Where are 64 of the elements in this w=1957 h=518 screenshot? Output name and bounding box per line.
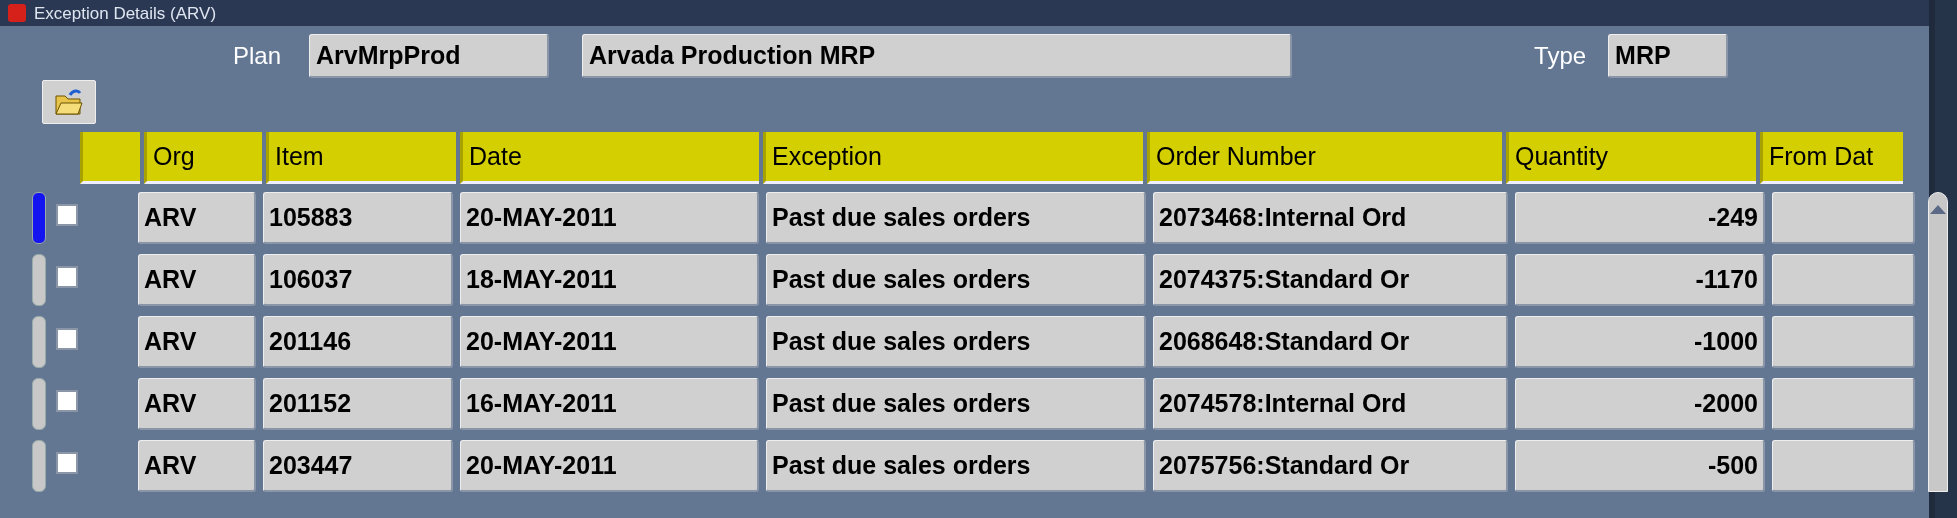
column-header[interactable]: Exception — [763, 132, 1143, 184]
quantity-cell[interactable]: -1170 — [1515, 254, 1765, 306]
record-indicator[interactable] — [32, 440, 46, 492]
date-cell[interactable]: 18-MAY-2011 — [460, 254, 759, 306]
item-cell[interactable]: 201152 — [263, 378, 453, 430]
checkbox[interactable] — [56, 328, 78, 350]
item-cell[interactable]: 203447 — [263, 440, 453, 492]
plan-field[interactable]: ArvMrpProd — [309, 34, 550, 78]
quantity-cell[interactable]: -1000 — [1515, 316, 1765, 368]
header-cell — [80, 132, 140, 184]
column-header[interactable]: Item — [266, 132, 456, 184]
exception-cell[interactable]: Past due sales orders — [766, 378, 1146, 430]
scroll-up-icon[interactable] — [1929, 203, 1947, 215]
checkbox[interactable] — [56, 390, 78, 412]
from-date-cell[interactable] — [1772, 192, 1915, 244]
order-number-cell[interactable]: 2068648:Standard Or — [1153, 316, 1508, 368]
plan-description-field[interactable]: Arvada Production MRP — [582, 34, 1293, 78]
order-number-cell[interactable]: 2075756:Standard Or — [1153, 440, 1508, 492]
quantity-cell[interactable]: -2000 — [1515, 378, 1765, 430]
exception-cell[interactable]: Past due sales orders — [766, 440, 1146, 492]
date-cell[interactable]: 20-MAY-2011 — [460, 192, 759, 244]
checkbox[interactable] — [56, 204, 78, 226]
vertical-scrollbar[interactable] — [1928, 192, 1948, 492]
column-header[interactable]: Quantity — [1506, 132, 1756, 184]
quantity-cell[interactable]: -249 — [1515, 192, 1765, 244]
from-date-cell[interactable] — [1772, 378, 1915, 430]
exception-cell[interactable]: Past due sales orders — [766, 192, 1146, 244]
column-header[interactable]: Org — [144, 132, 262, 184]
column-header[interactable]: Date — [460, 132, 759, 184]
from-date-cell[interactable] — [1772, 254, 1915, 306]
order-number-cell[interactable]: 2073468:Internal Ord — [1153, 192, 1508, 244]
plan-label: Plan — [233, 41, 282, 71]
checkbox[interactable] — [56, 266, 78, 288]
date-cell[interactable]: 20-MAY-2011 — [460, 316, 759, 368]
org-cell[interactable]: ARV — [138, 192, 256, 244]
checkbox[interactable] — [56, 452, 78, 474]
record-indicator[interactable] — [32, 378, 46, 430]
record-indicator[interactable] — [32, 192, 46, 244]
window-title: Exception Details (ARV) — [34, 4, 217, 22]
folder-icon — [54, 88, 84, 116]
exception-cell[interactable]: Past due sales orders — [766, 316, 1146, 368]
from-date-cell[interactable] — [1772, 316, 1915, 368]
date-cell[interactable]: 16-MAY-2011 — [460, 378, 759, 430]
record-indicator[interactable] — [32, 254, 46, 306]
exception-cell[interactable]: Past due sales orders — [766, 254, 1146, 306]
item-cell[interactable]: 201146 — [263, 316, 453, 368]
org-cell[interactable]: ARV — [138, 254, 256, 306]
order-number-cell[interactable]: 2074375:Standard Or — [1153, 254, 1508, 306]
column-header[interactable]: From Dat — [1760, 132, 1903, 184]
app-icon — [8, 4, 26, 22]
org-cell[interactable]: ARV — [138, 316, 256, 368]
from-date-cell[interactable] — [1772, 440, 1915, 492]
org-cell[interactable]: ARV — [138, 440, 256, 492]
item-cell[interactable]: 105883 — [263, 192, 453, 244]
open-folder-button[interactable] — [42, 80, 96, 124]
type-label: Type — [1534, 41, 1587, 71]
record-indicator[interactable] — [32, 316, 46, 368]
column-header[interactable]: Order Number — [1147, 132, 1502, 184]
org-cell[interactable]: ARV — [138, 378, 256, 430]
item-cell[interactable]: 106037 — [263, 254, 453, 306]
date-cell[interactable]: 20-MAY-2011 — [460, 440, 759, 492]
order-number-cell[interactable]: 2074578:Internal Ord — [1153, 378, 1508, 430]
quantity-cell[interactable]: -500 — [1515, 440, 1765, 492]
type-field[interactable]: MRP — [1608, 34, 1729, 78]
